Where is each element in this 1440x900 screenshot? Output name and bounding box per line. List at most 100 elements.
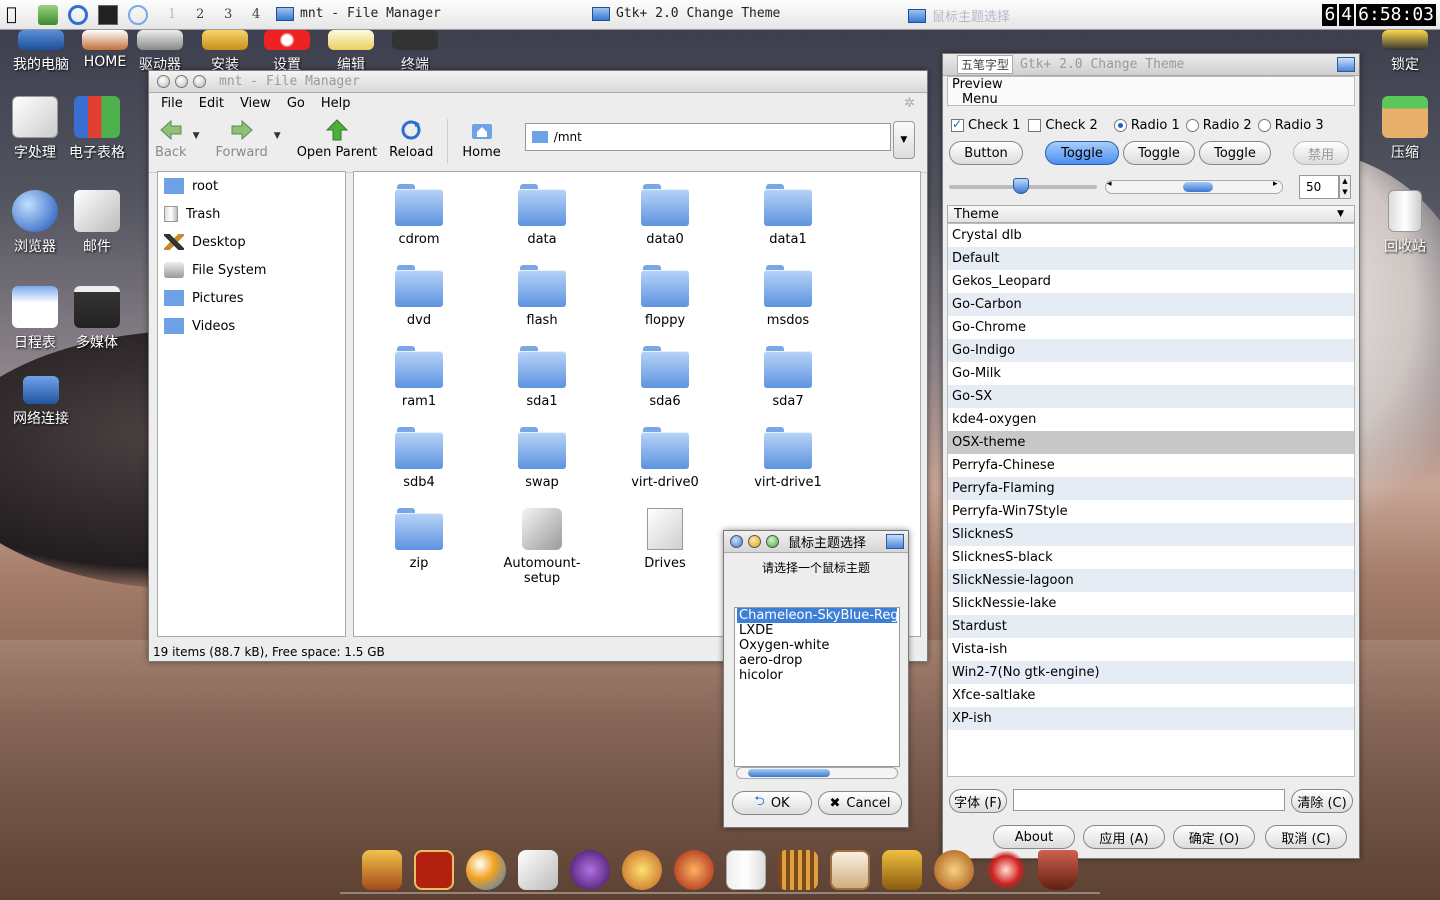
- desktop-icon-recycle[interactable]: 回收站: [1370, 190, 1440, 256]
- desktop-icon-lock[interactable]: 锁定: [1370, 30, 1440, 74]
- notes-icon[interactable]: [518, 850, 558, 890]
- check-2-box[interactable]: [1028, 119, 1042, 132]
- theme-list-item[interactable]: Go-Chrome: [948, 316, 1354, 339]
- maximize-button[interactable]: [193, 75, 206, 88]
- font-field[interactable]: [1013, 789, 1285, 811]
- menu-view[interactable]: View: [240, 96, 271, 111]
- desktop-icon-drives[interactable]: 驱动器: [125, 30, 195, 74]
- knot-icon[interactable]: [986, 850, 1026, 890]
- menu-help[interactable]: Help: [321, 96, 351, 111]
- file-item[interactable]: data1: [733, 184, 843, 247]
- open-parent-button[interactable]: Open Parent: [291, 119, 383, 160]
- font-button[interactable]: 字体 (F): [949, 789, 1007, 813]
- theme-list-item[interactable]: Go-SX: [948, 385, 1354, 408]
- cursor-theme-item[interactable]: Chameleon-SkyBlue-Regu: [737, 608, 897, 623]
- cursor-theme-item[interactable]: hicolor: [737, 668, 897, 683]
- preview-button[interactable]: Button: [949, 141, 1023, 165]
- forward-history-dropdown[interactable]: ▼: [274, 131, 291, 141]
- desktop-icon-word[interactable]: 字处理: [0, 96, 70, 162]
- cursor-theme-item[interactable]: aero-drop: [737, 653, 897, 668]
- file-item[interactable]: ram1: [364, 346, 474, 409]
- file-item[interactable]: sda1: [487, 346, 597, 409]
- file-item[interactable]: dvd: [364, 265, 474, 328]
- place-videos[interactable]: Videos: [158, 312, 345, 340]
- toggle-button-1[interactable]: Toggle: [1045, 141, 1119, 165]
- place-trash[interactable]: Trash: [158, 200, 345, 228]
- desktop-icon-multimedia[interactable]: 多媒体: [62, 286, 132, 352]
- theme-list-item[interactable]: XP-ish: [948, 707, 1354, 730]
- theme-list-item[interactable]: Xfce-saltlake: [948, 684, 1354, 707]
- place-desktop[interactable]: Desktop: [158, 228, 345, 256]
- toggle-button-2[interactable]: Toggle: [1123, 141, 1195, 165]
- workspace-3[interactable]: 3: [224, 7, 232, 22]
- abacus-icon[interactable]: [778, 850, 818, 890]
- picture-icon[interactable]: [830, 850, 870, 890]
- theme-list-item[interactable]: OSX-theme: [948, 431, 1354, 454]
- cancel-button[interactable]: ✖ Cancel: [818, 791, 902, 815]
- desktop-icon-browser[interactable]: 浏览器: [0, 190, 70, 256]
- file-item[interactable]: sda6: [610, 346, 720, 409]
- location-dropdown[interactable]: ▼: [892, 121, 915, 159]
- file-item[interactable]: data: [487, 184, 597, 247]
- install-icon[interactable]: [38, 5, 58, 25]
- menu-file[interactable]: File: [161, 96, 183, 111]
- theme-list-item[interactable]: Perryfa-Chinese: [948, 454, 1354, 477]
- location-bar[interactable]: /mnt: [524, 123, 891, 151]
- slider-thumb[interactable]: [1013, 178, 1029, 194]
- radio-2[interactable]: [1185, 119, 1199, 132]
- desktop-icon-spreadsheet[interactable]: 电子表格: [62, 96, 132, 162]
- desktop-icon-calendar[interactable]: 日程表: [0, 286, 70, 352]
- reload-button[interactable]: Reload: [383, 119, 439, 160]
- theme-list-item[interactable]: SlickNessie-lagoon: [948, 569, 1354, 592]
- desktop-icon-install[interactable]: 安装: [190, 30, 260, 74]
- file-item[interactable]: msdos: [733, 265, 843, 328]
- theme-list-item[interactable]: Crystal dlb: [948, 224, 1354, 247]
- file-item[interactable]: data0: [610, 184, 720, 247]
- file-item[interactable]: swap: [487, 427, 597, 490]
- theme-list-item[interactable]: Gekos_Leopard: [948, 270, 1354, 293]
- theme-list-item[interactable]: SlicknesS-black: [948, 546, 1354, 569]
- desktop-icon-computer[interactable]: 我的电脑: [6, 30, 76, 74]
- maximize-button[interactable]: [766, 535, 779, 548]
- back-history-dropdown[interactable]: ▼: [193, 131, 210, 141]
- file-item[interactable]: zip: [364, 508, 474, 571]
- scroll-right-icon[interactable]: ▸: [1273, 179, 1278, 189]
- file-item[interactable]: sdb4: [364, 427, 474, 490]
- ok-button[interactable]: 确定 (O): [1173, 825, 1255, 849]
- place-filesystem[interactable]: File System: [158, 256, 345, 284]
- theme-list-item[interactable]: Default: [948, 247, 1354, 270]
- workspace-4[interactable]: 4: [252, 7, 260, 22]
- preview-menu[interactable]: Menu: [952, 92, 1354, 107]
- home-button[interactable]: Home: [456, 119, 506, 160]
- cursor-theme-item[interactable]: LXDE: [737, 623, 897, 638]
- close-button[interactable]: [157, 75, 170, 88]
- desktop-icon-mail[interactable]: 邮件: [62, 190, 132, 256]
- file-item[interactable]: virt-drive0: [610, 427, 720, 490]
- check-1-box[interactable]: [951, 117, 964, 132]
- theme-list-item[interactable]: Go-Indigo: [948, 339, 1354, 362]
- file-item[interactable]: Drives: [610, 508, 720, 571]
- desktop-icon-archive[interactable]: 压缩: [1370, 96, 1440, 162]
- menu-edit[interactable]: Edit: [199, 96, 224, 111]
- window-titlebar[interactable]: mnt - File Manager: [149, 71, 927, 93]
- file-item[interactable]: sda7: [733, 346, 843, 409]
- radio-1[interactable]: [1113, 119, 1127, 132]
- theme-list-item[interactable]: Go-Carbon: [948, 293, 1354, 316]
- menu-go[interactable]: Go: [287, 96, 305, 111]
- forward-button[interactable]: Forward: [209, 119, 273, 160]
- firefox-icon[interactable]: [674, 850, 714, 890]
- scrollbar-thumb[interactable]: [1183, 182, 1213, 192]
- theme-list-item[interactable]: Perryfa-Win7Style: [948, 500, 1354, 523]
- workspace-2[interactable]: 2: [196, 7, 204, 22]
- document-icon[interactable]: [726, 850, 766, 890]
- file-item[interactable]: Automount-setup: [487, 508, 597, 586]
- desktop-icon-editor[interactable]: 编辑: [316, 30, 386, 74]
- book-icon[interactable]: [414, 850, 454, 890]
- window-titlebar[interactable]: 五笔字型 Gtk+ 2.0 Change Theme: [943, 54, 1359, 76]
- desktop-icon-settings[interactable]: 设置: [252, 30, 322, 74]
- file-item[interactable]: flash: [487, 265, 597, 328]
- radio-3[interactable]: [1257, 119, 1271, 132]
- food-icon[interactable]: [934, 850, 974, 890]
- spin-arrows[interactable]: ▲ ▼: [1339, 175, 1351, 199]
- window-titlebar[interactable]: 鼠标主题选择: [724, 531, 908, 553]
